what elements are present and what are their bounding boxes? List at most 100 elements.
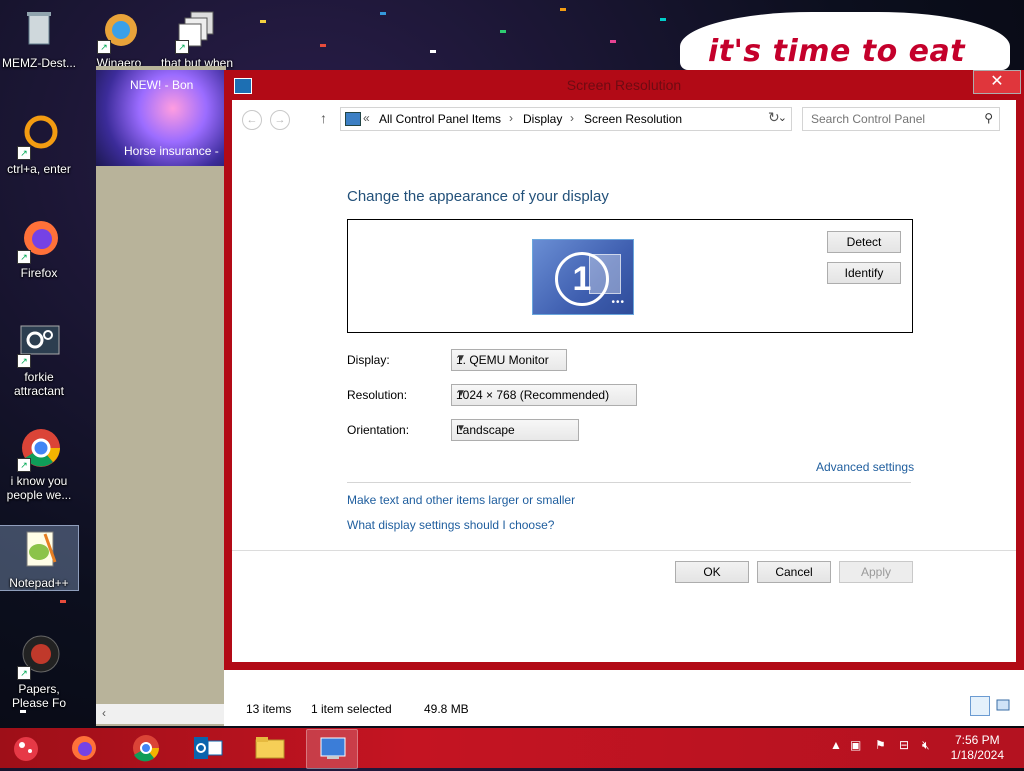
- firefox-icon: ↗: [15, 216, 63, 264]
- desktop-icon-label: MEMZ-Dest...: [2, 56, 76, 70]
- breadcrumb-overflow[interactable]: «: [363, 111, 370, 125]
- background-window[interactable]: NEW! - Bon Horse insurance -: [96, 66, 226, 726]
- control-panel-icon: [345, 112, 361, 126]
- shortcut-arrow-icon: ↗: [17, 666, 31, 680]
- ok-button[interactable]: OK: [675, 561, 749, 583]
- cancel-button[interactable]: Cancel: [757, 561, 831, 583]
- breadcrumb-separator[interactable]: ›: [570, 111, 574, 125]
- desktop-icon-i-know-you[interactable]: ↗ i know you people we...: [0, 424, 78, 502]
- desktop-icon-label: Firefox: [20, 266, 58, 280]
- start-button[interactable]: [4, 729, 54, 767]
- recycle-bin-icon: [15, 6, 63, 54]
- taskbar-outlook[interactable]: [182, 729, 232, 767]
- system-clock[interactable]: 7:56 PM 1/18/2024: [951, 733, 1004, 763]
- taskbar-firefox[interactable]: [58, 729, 108, 767]
- desktop-icon-forkie[interactable]: ↗ forkie attractant: [0, 320, 78, 398]
- large-icons-view-icon[interactable]: [994, 696, 1012, 714]
- status-selected: 1 item selected: [311, 702, 392, 716]
- network-icon[interactable]: ⊟: [899, 738, 909, 752]
- screen-resolution-window: Screen Resolution ✕ ← → ↑ « All Control …: [224, 70, 1024, 670]
- display-settings-help-link[interactable]: What display settings should I choose?: [347, 518, 554, 532]
- ring-icon: ↗: [15, 112, 63, 160]
- desktop-icon-label: forkie attractant: [13, 370, 65, 398]
- taskbar: ▲ ▣ ⚑ ⊟ 🔇︎ 7:56 PM 1/18/2024: [0, 728, 1024, 769]
- advanced-settings-link[interactable]: Advanced settings: [816, 460, 914, 474]
- desktop-icon-label: i know you people we...: [6, 474, 72, 502]
- monitor-arrangement-box[interactable]: 1 ••• Detect Identify: [347, 219, 913, 333]
- back-button[interactable]: ←: [242, 110, 262, 130]
- taskbar-control-panel[interactable]: [306, 729, 358, 769]
- monitor-tile[interactable]: 1 •••: [532, 239, 634, 315]
- network-settings-icon[interactable]: ▣: [850, 738, 861, 752]
- orientation-label: Orientation:: [347, 423, 410, 437]
- display-select[interactable]: 1. QEMU Monitor ▼: [451, 349, 567, 371]
- shortcut-arrow-icon: ↗: [17, 146, 31, 160]
- identify-button[interactable]: Identify: [827, 262, 901, 284]
- horizontal-scrollbar[interactable]: ‹: [96, 704, 226, 724]
- close-button[interactable]: ✕: [973, 70, 1021, 94]
- divider: [232, 550, 1016, 551]
- refresh-icon[interactable]: ↻: [768, 109, 780, 126]
- desktop-icon-label: Notepad++: [9, 576, 69, 590]
- title-bar[interactable]: Screen Resolution ✕: [224, 70, 1024, 100]
- desktop-icon-winaero[interactable]: ↗ Winaero: [80, 6, 158, 70]
- action-center-flag-icon[interactable]: ⚑: [875, 738, 886, 752]
- address-bar[interactable]: « All Control Panel Items › Display › Sc…: [340, 107, 792, 131]
- winaero-icon: ↗: [95, 6, 143, 54]
- desktop-icon-memz[interactable]: MEMZ-Dest...: [0, 6, 78, 70]
- shortcut-arrow-icon: ↗: [17, 458, 31, 472]
- window-client: ← → ↑ « All Control Panel Items › Displa…: [232, 100, 1016, 662]
- scroll-left-icon[interactable]: ‹: [102, 706, 106, 720]
- apply-button[interactable]: Apply: [839, 561, 913, 583]
- desktop-icon-papers-please[interactable]: ↗ Papers, Please Fo: [0, 632, 78, 710]
- monitor-dots-icon: •••: [611, 297, 625, 308]
- details-view-icon[interactable]: [970, 696, 990, 716]
- breadcrumb-screen-resolution[interactable]: Screen Resolution: [584, 112, 682, 126]
- banner-sign: it's time to eat shit: [680, 12, 1010, 104]
- desktop-icon-notepadpp[interactable]: Notepad++: [0, 525, 79, 591]
- forward-button[interactable]: →: [270, 110, 290, 130]
- clock-date: 1/18/2024: [950, 748, 1004, 762]
- desktop-icon-that-but-when[interactable]: ↗ that but when: [158, 6, 236, 70]
- taskbar-file-explorer[interactable]: [244, 729, 294, 767]
- show-hidden-icons-icon[interactable]: ▲: [830, 738, 842, 752]
- chevron-down-icon: ▼: [456, 353, 466, 364]
- orientation-select[interactable]: Landscape ▼: [451, 419, 579, 441]
- volume-muted-icon[interactable]: 🔇︎: [922, 738, 930, 753]
- desktop-icon-ctrl-a-enter[interactable]: ↗ ctrl+a, enter: [0, 112, 78, 176]
- desktop-icon-label: Papers, Please Fo: [11, 682, 67, 710]
- papers-please-icon: ↗: [15, 632, 63, 680]
- resolution-select[interactable]: 1024 × 768 (Recommended) ▼: [451, 384, 637, 406]
- search-icon[interactable]: ⚲: [984, 111, 993, 125]
- breadcrumb-all-control-panel-items[interactable]: All Control Panel Items: [379, 112, 501, 126]
- shortcut-arrow-icon: ↗: [17, 354, 31, 368]
- clock-time: 7:56 PM: [954, 733, 1000, 747]
- up-button[interactable]: ↑: [320, 110, 327, 126]
- search-input[interactable]: [809, 111, 977, 127]
- taskbar-chrome[interactable]: [120, 729, 170, 767]
- shortcut-arrow-icon: ↗: [17, 250, 31, 264]
- background-tab-title[interactable]: NEW! - Bon: [130, 78, 193, 92]
- display-label: Display:: [347, 353, 390, 367]
- desktop-icon-firefox[interactable]: ↗ Firefox: [0, 216, 78, 280]
- chevron-down-icon: ▼: [456, 388, 466, 399]
- window-title: Screen Resolution: [566, 77, 682, 93]
- search-box[interactable]: ⚲: [802, 107, 1000, 131]
- detect-button[interactable]: Detect: [827, 231, 901, 253]
- chrome-icon: ↗: [15, 424, 63, 472]
- chevron-down-icon: ▼: [456, 423, 466, 434]
- shortcut-arrow-icon: ↗: [97, 40, 111, 54]
- desktop-icon-label: ctrl+a, enter: [7, 162, 71, 176]
- settings-monitor-icon: ↗: [15, 320, 63, 368]
- larger-text-link[interactable]: Make text and other items larger or smal…: [347, 493, 575, 507]
- shortcut-arrow-icon: ↗: [175, 40, 189, 54]
- background-item-label[interactable]: Horse insurance -: [124, 144, 224, 158]
- window-stack-icon: ↗: [173, 6, 221, 54]
- notepadpp-icon: [15, 526, 63, 574]
- breadcrumb-display[interactable]: Display: [523, 112, 562, 126]
- page-heading: Change the appearance of your display: [347, 188, 609, 205]
- status-size: 49.8 MB: [424, 702, 469, 716]
- monitor-number: 1: [555, 252, 609, 306]
- resolution-label: Resolution:: [347, 388, 408, 402]
- breadcrumb-separator[interactable]: ›: [509, 111, 513, 125]
